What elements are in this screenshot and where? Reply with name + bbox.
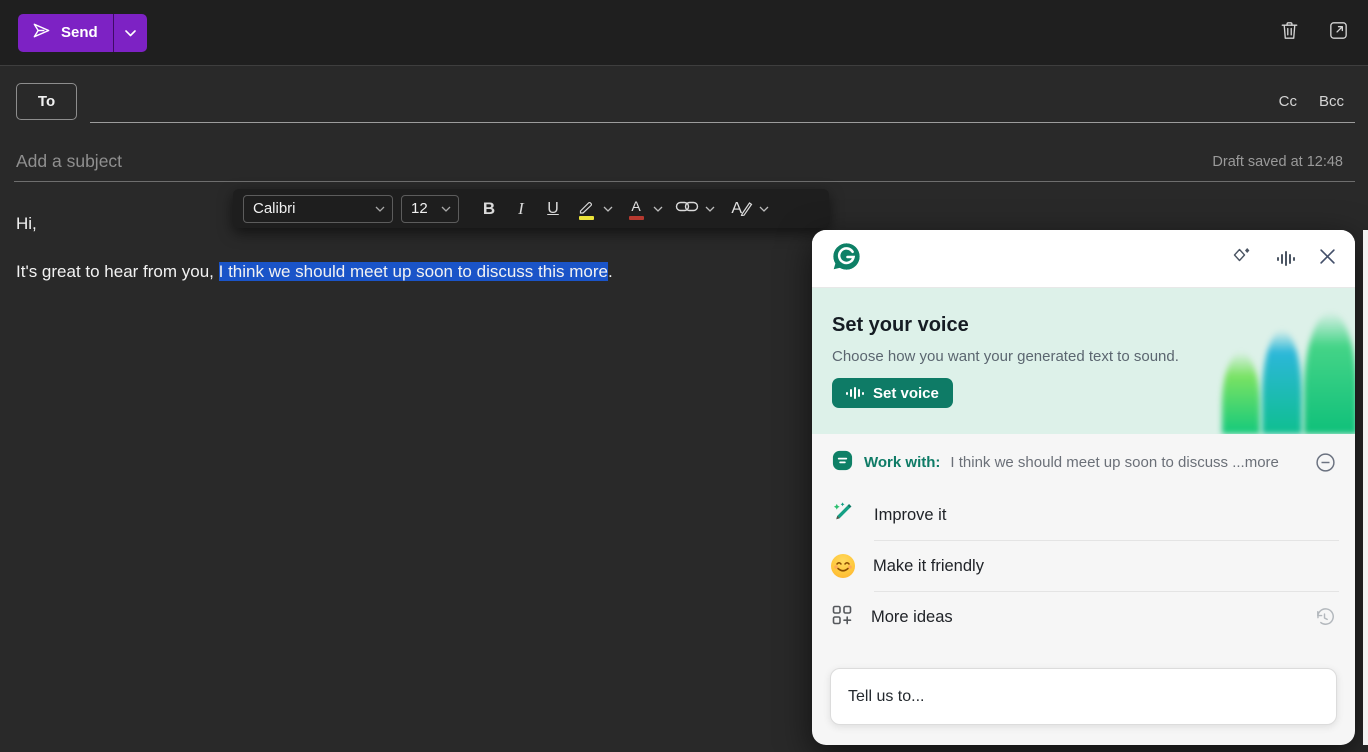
body-text-selected: I think we should meet up soon to discus…: [219, 262, 608, 281]
send-split-button: Send: [18, 14, 147, 52]
grammarly-header-actions: [1231, 245, 1336, 272]
waveform-icon: [1277, 251, 1295, 266]
body-text-before: It's great to hear from you,: [16, 262, 219, 281]
font-color-button[interactable]: A: [625, 194, 669, 224]
format-options-button[interactable]: A: [727, 194, 775, 224]
underline-button[interactable]: U: [537, 194, 569, 224]
chevron-down-icon: [125, 24, 136, 42]
text-format-toolbar: Calibri 12 B I U A: [233, 189, 829, 228]
open-in-new-window-button[interactable]: [1327, 19, 1350, 47]
font-color-icon: A: [625, 198, 647, 220]
to-button-label: To: [38, 93, 55, 110]
subject-field-underline: [14, 181, 1355, 182]
menu-item-label: More ideas: [871, 608, 953, 627]
menu-item-improve-it[interactable]: Improve it: [812, 490, 1355, 540]
suggestions-button[interactable]: [1231, 245, 1253, 272]
history-icon[interactable]: [1313, 606, 1336, 629]
popout-icon: [1327, 19, 1350, 47]
chevron-down-icon: [375, 206, 385, 212]
link-icon: [675, 198, 699, 220]
prompt-placeholder: Tell us to...: [848, 688, 924, 706]
set-voice-banner: Set your voice Choose how you want your …: [812, 288, 1355, 434]
mail-compose-window: Send: [0, 0, 1368, 752]
message-body-greeting[interactable]: Hi,: [16, 214, 37, 234]
font-size-select[interactable]: 12: [401, 195, 459, 223]
magic-pencil-icon: [831, 500, 856, 530]
subject-input[interactable]: Add a subject: [16, 151, 122, 172]
set-voice-button-label: Set voice: [873, 385, 939, 402]
work-with-row: Work with: I think we should meet up soo…: [812, 434, 1355, 490]
voice-settings-button[interactable]: [1277, 251, 1295, 266]
collapse-context-button[interactable]: [1315, 452, 1336, 473]
send-icon: [31, 20, 52, 45]
chevron-down-icon[interactable]: [647, 194, 669, 224]
set-voice-button[interactable]: Set voice: [832, 378, 953, 408]
smiley-face-icon: [831, 554, 855, 578]
grammarly-panel: Set your voice Choose how you want your …: [812, 230, 1355, 745]
toolbar-right-actions: [1278, 19, 1350, 47]
font-color-swatch: [629, 216, 644, 220]
body-text-after: .: [608, 262, 613, 281]
banner-gradient-decoration: [1262, 330, 1302, 434]
highlight-color-button[interactable]: [575, 194, 619, 224]
compose-toolbar: Send: [0, 0, 1368, 66]
grammarly-logo-icon: [831, 241, 862, 277]
to-button[interactable]: To: [16, 83, 77, 120]
cc-link[interactable]: Cc: [1279, 93, 1297, 110]
send-button[interactable]: Send: [18, 14, 113, 52]
highlighter-icon: [575, 198, 597, 220]
message-body-line[interactable]: It's great to hear from you, I think we …: [16, 262, 613, 282]
insert-link-button[interactable]: [675, 194, 721, 224]
highlight-swatch: [579, 216, 594, 220]
bcc-link[interactable]: Bcc: [1319, 93, 1344, 110]
sparkle-icon: [1231, 245, 1253, 272]
close-panel-button[interactable]: [1319, 248, 1336, 270]
chevron-down-icon[interactable]: [597, 194, 619, 224]
ideas-grid-icon: [831, 604, 853, 631]
chevron-down-icon: [441, 206, 451, 212]
bold-button[interactable]: B: [473, 194, 505, 224]
send-options-dropdown[interactable]: [114, 14, 147, 52]
close-icon: [1319, 248, 1336, 270]
discard-draft-button[interactable]: [1278, 19, 1301, 47]
styles-icon: A: [727, 198, 753, 220]
panel-edge-strip: [1363, 230, 1368, 745]
menu-item-make-it-friendly[interactable]: Make it friendly: [812, 541, 1355, 591]
menu-item-more-ideas[interactable]: More ideas: [812, 592, 1355, 642]
chevron-down-icon[interactable]: [753, 194, 775, 224]
selected-text-icon: [831, 449, 854, 476]
work-with-label: Work with:: [864, 454, 940, 471]
to-field-underline[interactable]: [90, 122, 1355, 123]
work-with-text[interactable]: I think we should meet up soon to discus…: [950, 454, 1305, 471]
menu-item-label: Improve it: [874, 506, 946, 525]
chevron-down-icon[interactable]: [699, 194, 721, 224]
italic-button[interactable]: I: [505, 194, 537, 224]
font-family-select[interactable]: Calibri: [243, 195, 393, 223]
waveform-icon: [846, 387, 864, 399]
font-size-value: 12: [411, 200, 428, 217]
grammarly-prompt-input[interactable]: Tell us to...: [830, 668, 1337, 725]
grammarly-header: [812, 230, 1355, 288]
menu-item-label: Make it friendly: [873, 557, 984, 576]
draft-saved-status: Draft saved at 12:48: [1212, 154, 1343, 170]
send-button-label: Send: [61, 24, 98, 41]
cc-bcc-links: Cc Bcc: [1279, 93, 1344, 110]
font-family-value: Calibri: [253, 200, 296, 217]
trash-icon: [1278, 19, 1301, 47]
